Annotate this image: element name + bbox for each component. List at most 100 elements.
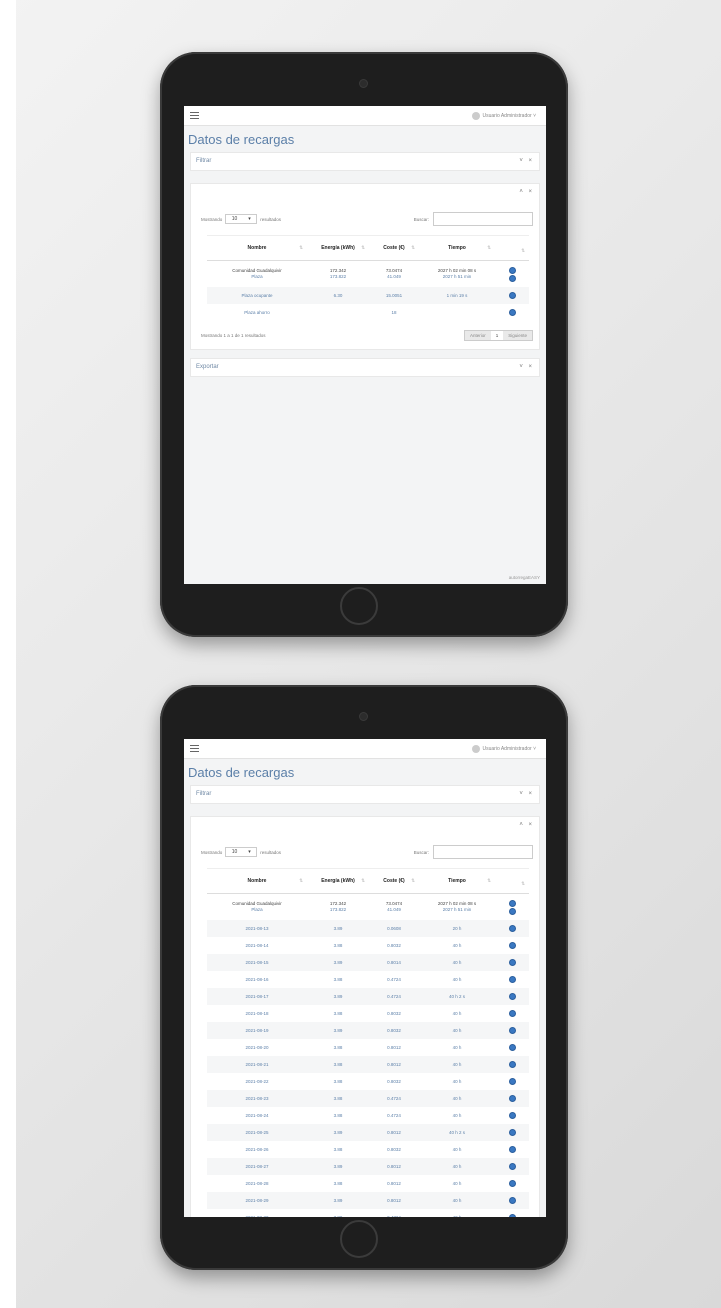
cell-cost[interactable]: 0.4724 xyxy=(369,1209,419,1217)
cell-energy[interactable]: 3.89 xyxy=(307,1192,369,1209)
col-header-energy[interactable]: Energía (kWh) ⇅ xyxy=(307,868,369,894)
cell-energy[interactable]: 3.89 xyxy=(307,954,369,971)
cell-name[interactable]: 2021-08-30 xyxy=(207,1209,307,1217)
cell-time[interactable]: 40 h xyxy=(419,1090,495,1107)
cell-energy[interactable]: 3.89 xyxy=(307,988,369,1005)
cell-time[interactable]: 40 h xyxy=(419,1039,495,1056)
cell-cost[interactable]: 0.8032 xyxy=(369,1005,419,1022)
cell-name[interactable]: 2021-08-27 xyxy=(207,1158,307,1175)
hamburger-menu-icon[interactable] xyxy=(190,112,199,119)
search-input[interactable] xyxy=(433,212,533,226)
cell-energy[interactable]: 3.88 xyxy=(307,1141,369,1158)
cell-cost[interactable]: 0.8032 xyxy=(369,937,419,954)
cell-cost[interactable]: 0.8012 xyxy=(369,1039,419,1056)
settings-icon[interactable] xyxy=(508,1010,516,1017)
settings-icon[interactable] xyxy=(508,1146,516,1153)
page-1-button[interactable]: 1 xyxy=(490,331,504,340)
settings-icon[interactable] xyxy=(508,925,516,932)
cell-energy[interactable]: 3.88 xyxy=(307,1175,369,1192)
cell-cost[interactable]: 0.8012 xyxy=(369,1056,419,1073)
cell-name[interactable]: 2021-08-25 xyxy=(207,1124,307,1141)
settings-icon[interactable] xyxy=(508,993,516,1000)
cell-energy[interactable]: 3.89 xyxy=(307,1124,369,1141)
cell-name[interactable]: Plaza ocupante xyxy=(207,287,307,304)
next-button[interactable]: Siguiente xyxy=(503,331,532,340)
cell-cost[interactable]: 0.8012 xyxy=(369,1192,419,1209)
cell-name[interactable]: 2021-08-23 xyxy=(207,1090,307,1107)
cell-time[interactable]: 1 min 19 s xyxy=(419,287,495,304)
cell-cost[interactable]: 0.4724 xyxy=(369,988,419,1005)
cell-name[interactable]: 2021-08-20 xyxy=(207,1039,307,1056)
cell-cost[interactable]: 0.4724 xyxy=(369,971,419,988)
cell-name[interactable]: 2021-08-29 xyxy=(207,1192,307,1209)
cell-energy[interactable]: 3.89 xyxy=(307,1158,369,1175)
cell-time[interactable]: 40 h xyxy=(419,1073,495,1090)
cell-name[interactable]: 2021-08-19 xyxy=(207,1022,307,1039)
cell-energy[interactable]: 3.88 xyxy=(307,1090,369,1107)
settings-icon[interactable] xyxy=(508,1163,516,1170)
user-menu[interactable]: Usuario Administrador ˅ xyxy=(471,112,536,120)
cell-time[interactable]: 40 h xyxy=(419,1175,495,1192)
cell-time[interactable]: 40 h xyxy=(419,1192,495,1209)
cell-time[interactable]: 40 h xyxy=(419,954,495,971)
panel-controls[interactable]: ˄ × xyxy=(519,817,534,834)
cell-cost[interactable]: 0.4724 xyxy=(369,1107,419,1124)
cell-cost[interactable]: 0.8032 xyxy=(369,1022,419,1039)
settings-icon[interactable] xyxy=(508,1197,516,1204)
cell-energy[interactable]: 6.30 xyxy=(307,287,369,304)
search-input[interactable] xyxy=(433,845,533,859)
cell-energy[interactable]: 3.88 xyxy=(307,937,369,954)
panel-controls[interactable]: ˄ × xyxy=(519,184,534,201)
cell-energy[interactable]: 3.88 xyxy=(307,971,369,988)
cell-energy[interactable]: 3.88 xyxy=(307,1209,369,1217)
cell-name[interactable]: 2021-08-26 xyxy=(207,1141,307,1158)
col-header-energy[interactable]: Energía (kWh) ⇅ xyxy=(307,235,369,261)
filter-panel-header[interactable]: Filtrar ˅ × xyxy=(191,786,539,803)
cell-cost[interactable]: 0.8032 xyxy=(369,1141,419,1158)
page-size-select[interactable]: 10 ▾ xyxy=(225,214,258,224)
settings-icon[interactable] xyxy=(508,1180,516,1187)
settings-icon[interactable] xyxy=(508,266,516,274)
hamburger-menu-icon[interactable] xyxy=(190,745,199,752)
cell-cost[interactable]: 0.8032 xyxy=(369,1073,419,1090)
cell-time[interactable]: 40 h xyxy=(419,1056,495,1073)
cell-name[interactable]: 2021-08-13 xyxy=(207,920,307,937)
cell-name[interactable]: Plaza ahorro xyxy=(207,304,307,321)
cell-name[interactable]: 2021-08-15 xyxy=(207,954,307,971)
cell-time[interactable]: 40 h xyxy=(419,937,495,954)
cell-time[interactable]: 40 h 2 s xyxy=(419,1124,495,1141)
settings-icon[interactable] xyxy=(508,1078,516,1085)
page-size-select[interactable]: 10 ▾ xyxy=(225,847,258,857)
cell-energy[interactable]: 3.88 xyxy=(307,1039,369,1056)
cell-time[interactable]: 40 h 2 s xyxy=(419,988,495,1005)
panel-controls[interactable]: ˅ × xyxy=(519,359,534,376)
col-header-time[interactable]: Tiempo ⇅ xyxy=(419,235,495,261)
cell-cost[interactable]: 15.0051 xyxy=(369,287,419,304)
settings-icon[interactable] xyxy=(508,959,516,966)
settings-icon[interactable] xyxy=(508,1214,516,1217)
settings-icon[interactable] xyxy=(508,1061,516,1068)
settings-icon[interactable] xyxy=(508,1129,516,1136)
cell-cost[interactable]: 0.8012 xyxy=(369,1158,419,1175)
cell-time[interactable]: 40 h xyxy=(419,1107,495,1124)
cell-name[interactable]: 2021-08-14 xyxy=(207,937,307,954)
col-header-cost[interactable]: Coste (€) ⇅ xyxy=(369,235,419,261)
settings-icon[interactable] xyxy=(508,292,516,299)
cell-cost[interactable]: 0.0608 xyxy=(369,920,419,937)
cell-time[interactable]: 40 h xyxy=(419,1005,495,1022)
cell-time[interactable] xyxy=(419,304,495,321)
col-header-name[interactable]: Nombre ⇅ xyxy=(207,235,307,261)
cell-cost[interactable]: 0.8014 xyxy=(369,954,419,971)
cell-energy[interactable]: 3.88 xyxy=(307,1073,369,1090)
cell-cost[interactable]: 0.8012 xyxy=(369,1124,419,1141)
cell-name[interactable]: 2021-08-24 xyxy=(207,1107,307,1124)
col-header-time[interactable]: Tiempo ⇅ xyxy=(419,868,495,894)
settings-icon[interactable] xyxy=(508,309,516,316)
cell-time[interactable]: 40 h xyxy=(419,1022,495,1039)
cell-time[interactable]: 40 h xyxy=(419,1158,495,1175)
filter-panel-header[interactable]: Filtrar ˅ × xyxy=(191,153,539,170)
cell-time[interactable]: 40 h xyxy=(419,971,495,988)
panel-controls[interactable]: ˅ × xyxy=(519,786,534,803)
cell-energy[interactable] xyxy=(307,304,369,321)
settings-icon[interactable] xyxy=(508,1027,516,1034)
